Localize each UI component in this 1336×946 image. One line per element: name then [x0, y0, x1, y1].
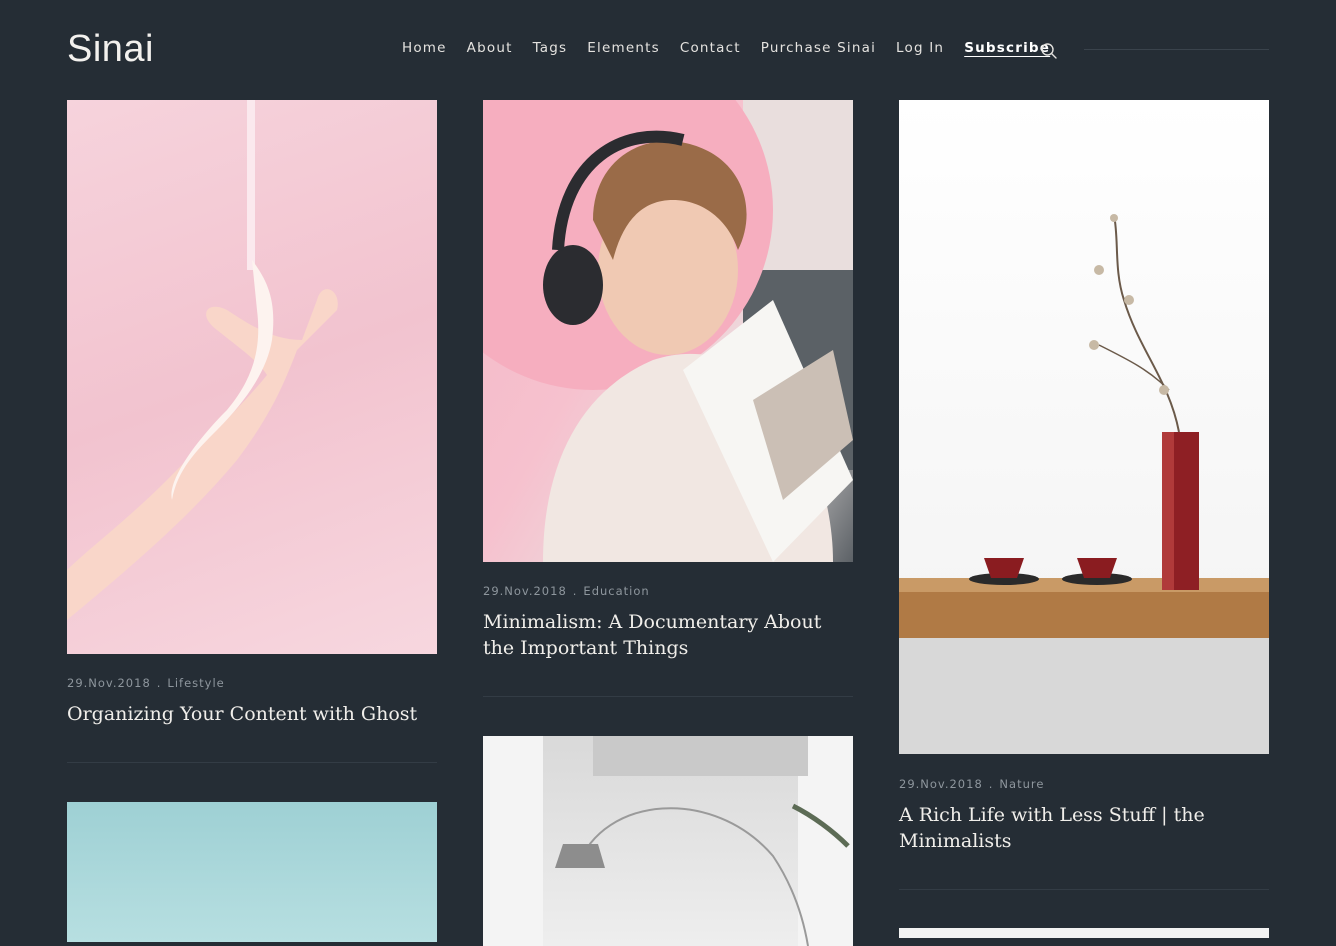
post-tag[interactable]: Education: [583, 584, 649, 598]
post-image-lamp[interactable]: [483, 736, 853, 946]
post-divider: [483, 696, 853, 697]
header-divider: [1084, 49, 1269, 50]
post-meta: 29.Nov.2018. Lifestyle: [67, 676, 225, 690]
post-divider: [67, 762, 437, 763]
post-title[interactable]: A Rich Life with Less Stuff | the Minima…: [899, 802, 1239, 854]
post-meta: 29.Nov.2018. Education: [483, 584, 650, 598]
post-image-hand[interactable]: [67, 100, 437, 654]
nav-contact[interactable]: Contact: [680, 40, 741, 56]
nav-tags[interactable]: Tags: [533, 40, 568, 56]
search-icon[interactable]: [1040, 42, 1058, 60]
post-date: 29.Nov.2018: [899, 777, 983, 791]
post-date: 29.Nov.2018: [67, 676, 151, 690]
post-meta: 29.Nov.2018. Nature: [899, 777, 1045, 791]
post-image-headphones[interactable]: [483, 100, 853, 562]
site-logo[interactable]: Sinai: [67, 28, 154, 71]
nav-home[interactable]: Home: [402, 40, 447, 56]
nav-purchase[interactable]: Purchase Sinai: [761, 40, 876, 56]
post-image-vase[interactable]: [899, 100, 1269, 754]
post-tag[interactable]: Lifestyle: [167, 676, 224, 690]
nav-about[interactable]: About: [467, 40, 513, 56]
post-tag[interactable]: Nature: [999, 777, 1044, 791]
post-divider: [899, 889, 1269, 890]
nav-login[interactable]: Log In: [896, 40, 944, 56]
post-title[interactable]: Organizing Your Content with Ghost: [67, 701, 437, 727]
post-date: 29.Nov.2018: [483, 584, 567, 598]
post-title[interactable]: Minimalism: A Documentary About the Impo…: [483, 609, 843, 661]
main-nav: Home About Tags Elements Contact Purchas…: [402, 40, 1070, 56]
nav-elements[interactable]: Elements: [587, 40, 660, 56]
post-image-partial[interactable]: [899, 928, 1269, 938]
subscribe-link[interactable]: Subscribe: [964, 40, 1050, 56]
post-image-sky[interactable]: [67, 802, 437, 942]
